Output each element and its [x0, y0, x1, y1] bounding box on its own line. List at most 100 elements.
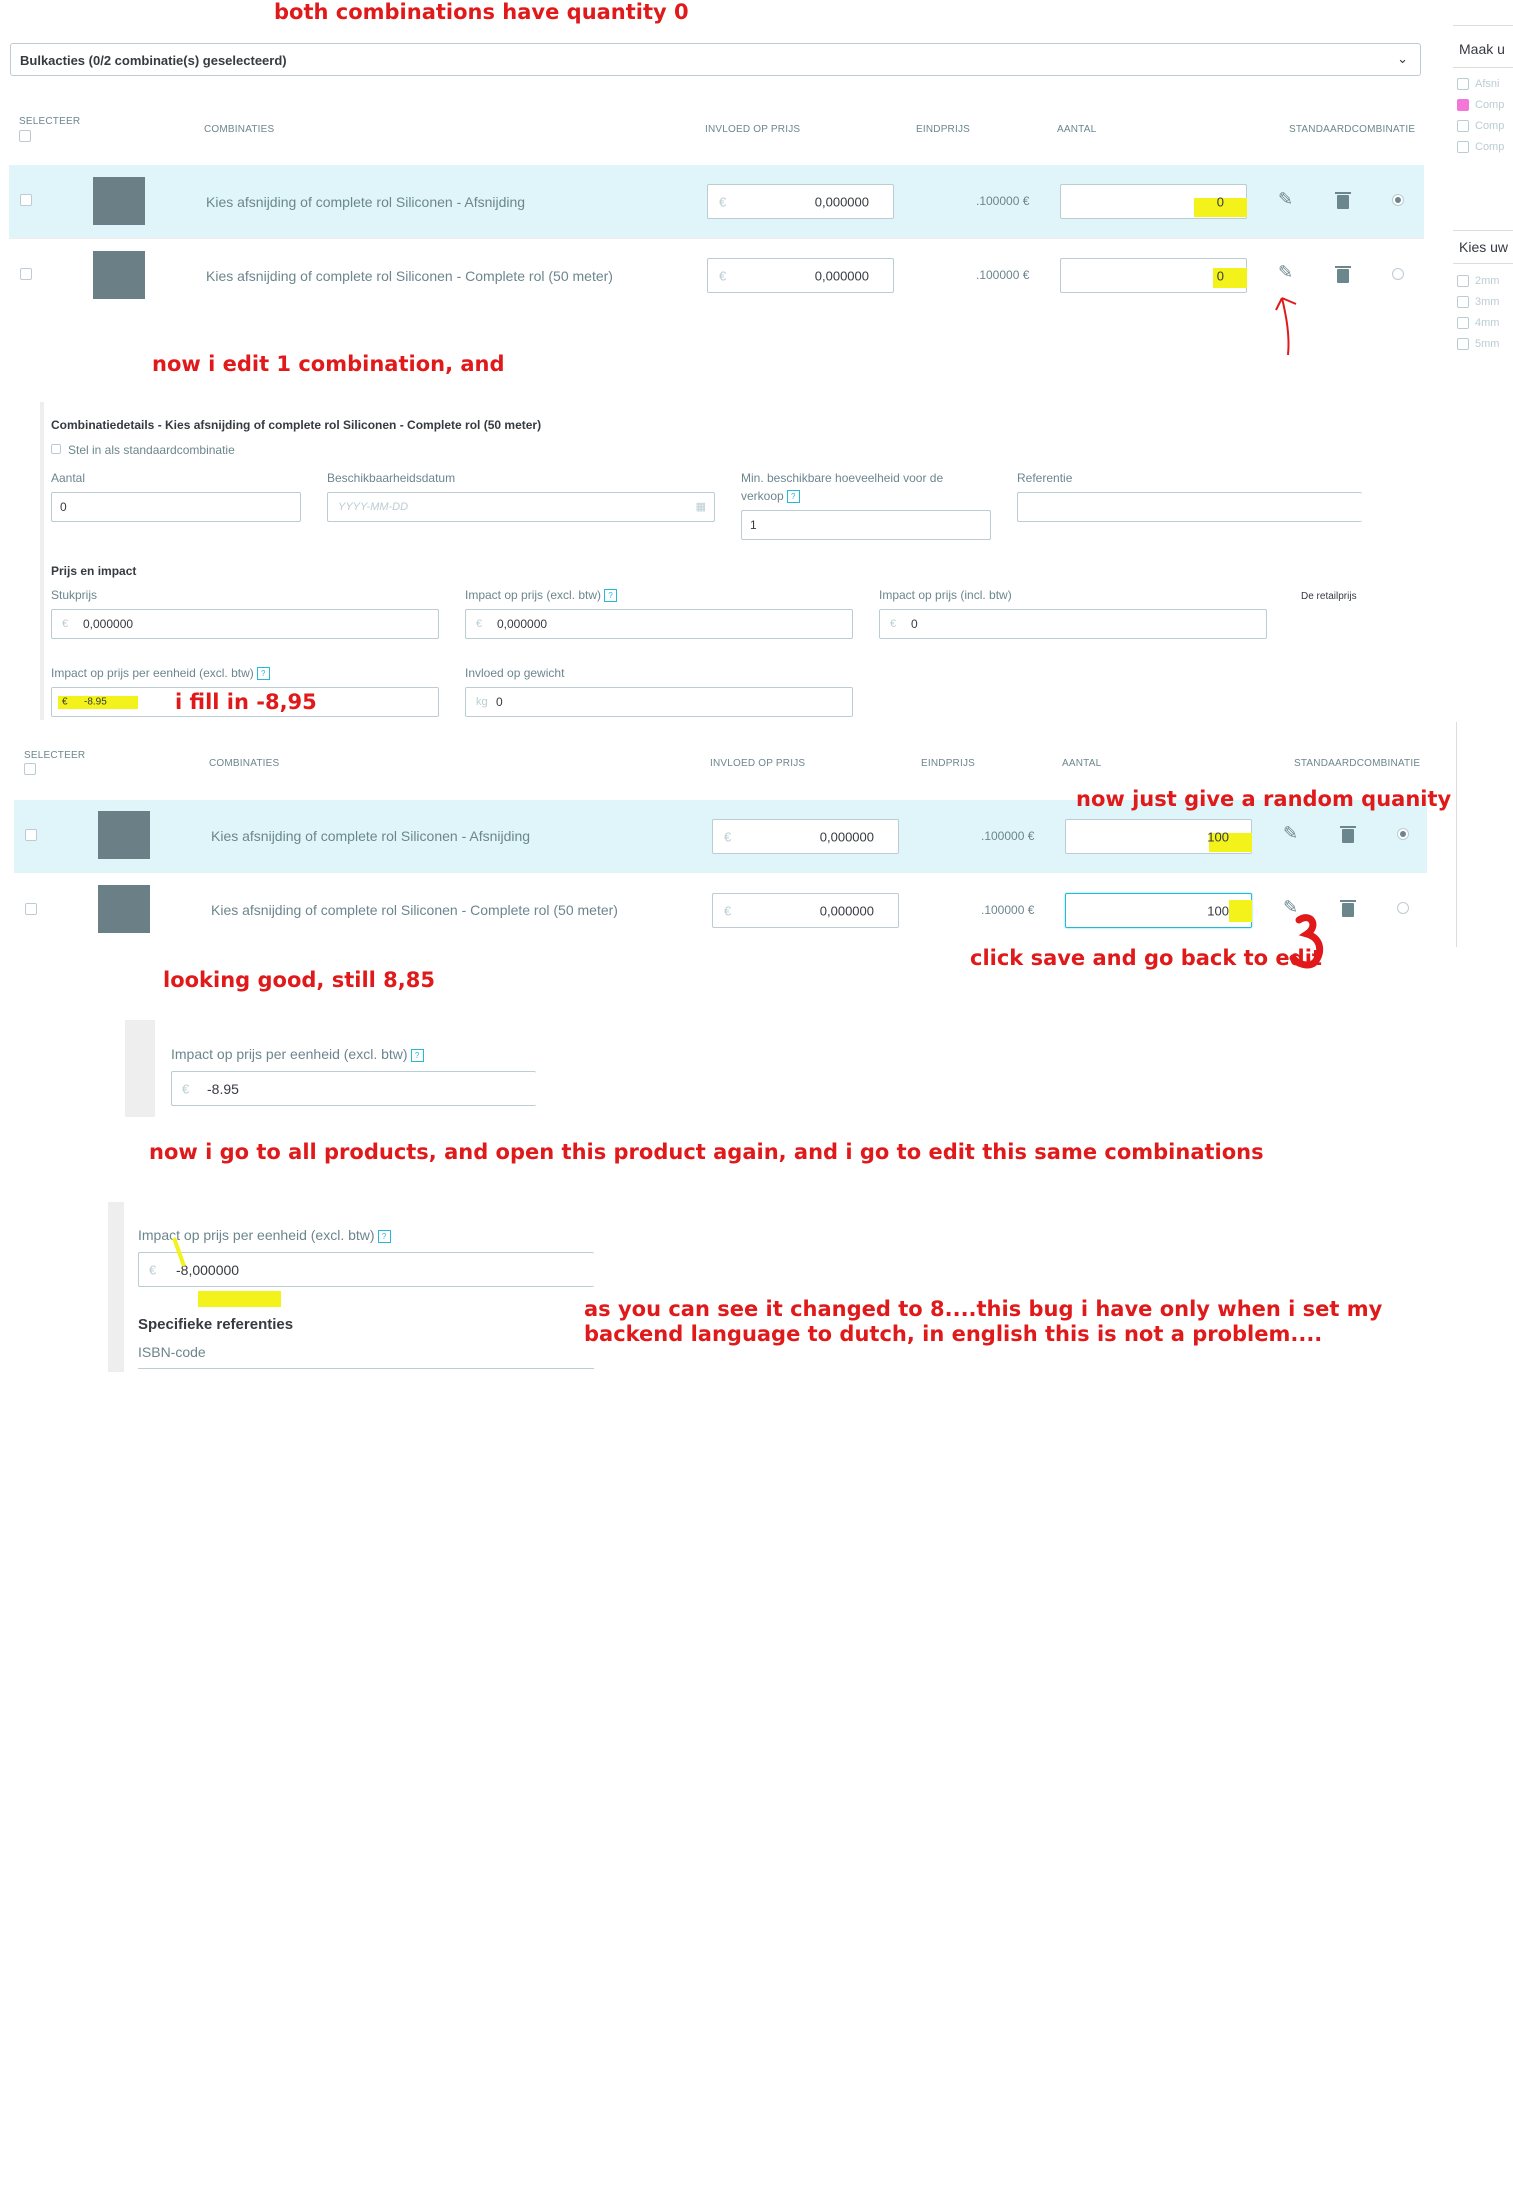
quantity-input[interactable]: 0	[1060, 258, 1247, 293]
pencil-icon[interactable]: ✎	[1283, 823, 1298, 844]
help-icon[interactable]: ?	[256, 667, 270, 681]
annotation-edit-combination: now i edit 1 combination, and	[152, 352, 505, 376]
side-panel-title: Maak u	[1459, 41, 1505, 57]
final-price: .100000 €	[976, 268, 1030, 282]
pencil-icon[interactable]: ✎	[1278, 262, 1293, 283]
highlight-stroke	[172, 1237, 186, 1267]
availability-date-field[interactable]: YYYY-MM-DD ▦	[327, 492, 715, 522]
quantity-input[interactable]: 100	[1065, 819, 1252, 854]
help-icon[interactable]: ?	[410, 1048, 424, 1062]
panel-border	[125, 1020, 155, 1117]
annotation-bug-explanation-2: backend language to dutch, in english th…	[584, 1322, 1323, 1346]
checkbox[interactable]	[1457, 78, 1469, 90]
header-combinations: COMBINATIES	[209, 758, 280, 769]
select-all-checkbox[interactable]	[19, 130, 31, 142]
default-combination-checkbox[interactable]	[51, 444, 61, 454]
impact-value: 0,000000	[814, 194, 869, 209]
quantity-value: 0	[1216, 268, 1224, 283]
option-label: 3mm	[1475, 296, 1500, 308]
checkbox[interactable]	[1457, 317, 1469, 329]
quantity-value: 100	[1207, 903, 1229, 918]
quantity-input[interactable]: 0	[1060, 184, 1247, 219]
final-price: .100000 €	[976, 194, 1030, 208]
row-checkbox[interactable]	[20, 194, 32, 206]
default-radio[interactable]	[1397, 902, 1409, 914]
weight-impact-label: Invloed op gewicht	[465, 666, 565, 680]
impact-value: 0,000000	[814, 268, 869, 283]
row-checkbox[interactable]	[20, 268, 32, 280]
currency-symbol: €	[719, 268, 727, 283]
default-radio[interactable]	[1392, 194, 1404, 206]
row-checkbox[interactable]	[25, 903, 37, 915]
header-select: SELECTEER	[19, 116, 81, 127]
bulk-actions-label: Bulkacties (0/2 combinatie(s) geselectee…	[20, 53, 287, 68]
checkbox[interactable]	[1457, 120, 1469, 132]
default-radio[interactable]	[1392, 268, 1404, 280]
impact-input[interactable]: € 0,000000	[712, 819, 899, 854]
unit-impact-field[interactable]: € -8.95	[171, 1071, 536, 1106]
bulk-actions-dropdown[interactable]: Bulkacties (0/2 combinatie(s) geselectee…	[10, 43, 1421, 76]
currency-symbol: €	[724, 829, 732, 844]
checkbox[interactable]	[1457, 141, 1469, 153]
unit-impact-field[interactable]: € -8,000000	[138, 1252, 594, 1287]
help-icon[interactable]: ?	[786, 490, 800, 504]
details-title: Combinatiedetails - Kies afsnijding of c…	[51, 418, 542, 432]
currency-symbol: €	[719, 194, 727, 209]
option-label: Comp	[1475, 120, 1505, 132]
select-all-checkbox[interactable]	[24, 763, 36, 775]
weight-value: 0	[496, 695, 503, 709]
arrow-annotation	[1275, 297, 1297, 356]
header-default: STANDAARDCOMBINATIE	[1289, 124, 1416, 135]
help-icon[interactable]: ?	[604, 589, 618, 603]
option-label: 2mm	[1475, 275, 1500, 287]
checkbox[interactable]	[1457, 338, 1469, 350]
isbn-field-edge[interactable]	[138, 1368, 594, 1369]
currency-symbol: €	[890, 618, 897, 630]
help-icon[interactable]: ?	[377, 1229, 391, 1243]
min-quantity-label: Min. beschikbare hoeveelheid voor de	[741, 471, 944, 485]
header-quantity: AANTAL	[1062, 758, 1102, 769]
impact-excl-field[interactable]: € 0,000000	[465, 609, 853, 639]
trash-icon[interactable]	[1340, 900, 1356, 917]
trash-icon[interactable]	[1340, 826, 1356, 843]
option-label: Comp	[1475, 141, 1505, 153]
checkbox[interactable]	[1457, 275, 1469, 287]
checkbox[interactable]	[1457, 296, 1469, 308]
impact-value: 0,000000	[819, 903, 874, 918]
panel-border	[40, 402, 44, 720]
pencil-icon[interactable]: ✎	[1278, 189, 1293, 210]
chevron-down-icon: ⌄	[1397, 51, 1408, 66]
weight-impact-field[interactable]: kg 0	[465, 687, 853, 717]
currency-symbol: €	[476, 618, 483, 630]
row-checkbox[interactable]	[25, 829, 37, 841]
impact-incl-label: Impact op prijs (incl. btw)	[879, 588, 1012, 602]
combination-name: Kies afsnijding of complete rol Silicone…	[206, 194, 526, 210]
trash-icon[interactable]	[1335, 192, 1351, 209]
combination-name: Kies afsnijding of complete rol Silicone…	[211, 828, 531, 844]
min-quantity-field[interactable]: 1	[741, 510, 991, 540]
final-price: .100000 €	[981, 829, 1035, 843]
quantity-input[interactable]: 100	[1065, 893, 1252, 928]
reference-field[interactable]	[1017, 492, 1362, 522]
impact-input[interactable]: € 0,000000	[707, 258, 894, 293]
min-quantity-label-text: verkoop	[741, 489, 784, 503]
unit-price-field[interactable]: € 0,000000	[51, 609, 439, 639]
trash-icon[interactable]	[1335, 266, 1351, 283]
default-radio[interactable]	[1397, 828, 1409, 840]
checkbox[interactable]	[1457, 99, 1469, 111]
quantity-value: 100	[1207, 829, 1229, 844]
impact-incl-field[interactable]: € 0	[879, 609, 1267, 639]
calendar-icon[interactable]: ▦	[696, 500, 706, 513]
availability-date-label: Beschikbaarheidsdatum	[327, 471, 456, 485]
date-placeholder: YYYY-MM-DD	[338, 501, 409, 513]
annotation-save: click save and go back to edit	[970, 946, 1322, 970]
product-thumbnail	[98, 811, 150, 859]
quantity-field[interactable]: 0	[51, 492, 301, 522]
product-thumbnail	[93, 177, 145, 225]
impact-input[interactable]: € 0,000000	[712, 893, 899, 928]
highlight-mark	[1229, 900, 1252, 922]
side-panel-divider	[1456, 722, 1457, 947]
combination-name: Kies afsnijding of complete rol Silicone…	[206, 268, 613, 284]
impact-input[interactable]: € 0,000000	[707, 184, 894, 219]
unit-price-label: Stukprijs	[51, 588, 98, 602]
